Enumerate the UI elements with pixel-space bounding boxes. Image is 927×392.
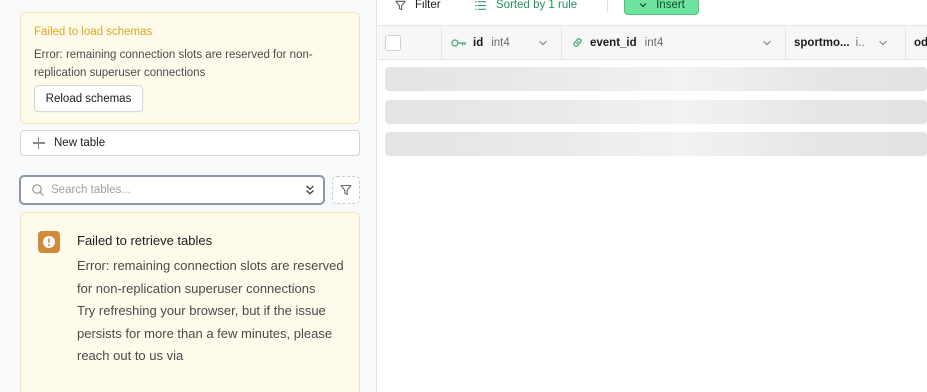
column-name: id [473,36,484,49]
exclamation-icon [38,231,60,253]
column-type: int4 [491,36,510,49]
sort-label: Sorted by 1 rule [496,0,578,11]
schema-error-message: Error: remaining connection slots are re… [34,49,313,79]
column-name: od [914,36,927,49]
column-name: sportmo... [794,36,850,49]
insert-button[interactable]: Insert [624,0,699,15]
tables-error-body: Error: remaining connection slots are re… [77,255,349,368]
funnel-icon [339,183,353,197]
schema-error-title: Failed to load schemas [34,26,153,38]
filter-button[interactable]: Filter [394,0,441,14]
new-table-label: New table [54,137,106,149]
plus-icon [33,137,45,149]
search-tables-input[interactable] [51,177,303,203]
funnel-icon [394,0,407,12]
chevron-double-down-icon[interactable] [303,183,317,197]
chevron-down-icon [638,0,648,10]
grid-header: id int4 event_id int4 sportmo... i.. od [378,25,927,60]
insert-label: Insert [656,0,685,11]
sort-list-icon [474,0,487,12]
select-all-checkbox[interactable] [385,34,401,51]
search-icon [31,183,45,197]
tables-error-message: Error: remaining connection slots are re… [77,258,344,296]
tables-error-title: Failed to retrieve tables [77,233,213,248]
chevron-down-icon[interactable] [537,37,549,49]
column-header-sportmo[interactable]: sportmo... i.. [786,26,906,59]
loading-row-skeleton [385,100,927,124]
column-name: event_id [590,36,637,49]
primary-key-icon [451,38,467,48]
column-type: i.. [855,36,865,49]
new-table-button[interactable]: New table [20,130,360,156]
column-header-id[interactable]: id int4 [442,26,562,59]
reload-schemas-button[interactable]: Reload schemas [34,85,143,112]
grid-panel: Filter Sorted by 1 rule Insert id int4 e… [378,0,927,392]
tables-error-alert: Failed to retrieve tables Error: remaini… [20,212,360,392]
toolbar-divider [607,0,608,12]
schema-error-alert: Failed to load schemas Error: remaining … [20,12,360,124]
search-tables-field[interactable] [19,175,325,205]
column-header-event-id[interactable]: event_id int4 [562,26,786,59]
sort-button[interactable]: Sorted by 1 rule [474,0,577,14]
chevron-down-icon[interactable] [761,37,773,49]
select-all-cell [378,26,442,59]
filter-schemas-button[interactable] [332,176,360,204]
grid-toolbar: Filter Sorted by 1 rule Insert [378,0,927,15]
tables-error-hint: Try refreshing your browser, but if the … [77,303,333,363]
filter-label: Filter [415,0,441,11]
loading-row-skeleton [385,132,927,156]
chevron-down-icon[interactable] [877,37,889,49]
loading-row-skeleton [385,67,927,91]
table-editor-window: Failed to load schemas Error: remaining … [0,0,927,392]
column-header-od[interactable]: od [906,26,927,59]
sidebar: Failed to load schemas Error: remaining … [0,0,377,392]
column-type: int4 [644,36,664,49]
foreign-key-link-icon [571,36,584,49]
